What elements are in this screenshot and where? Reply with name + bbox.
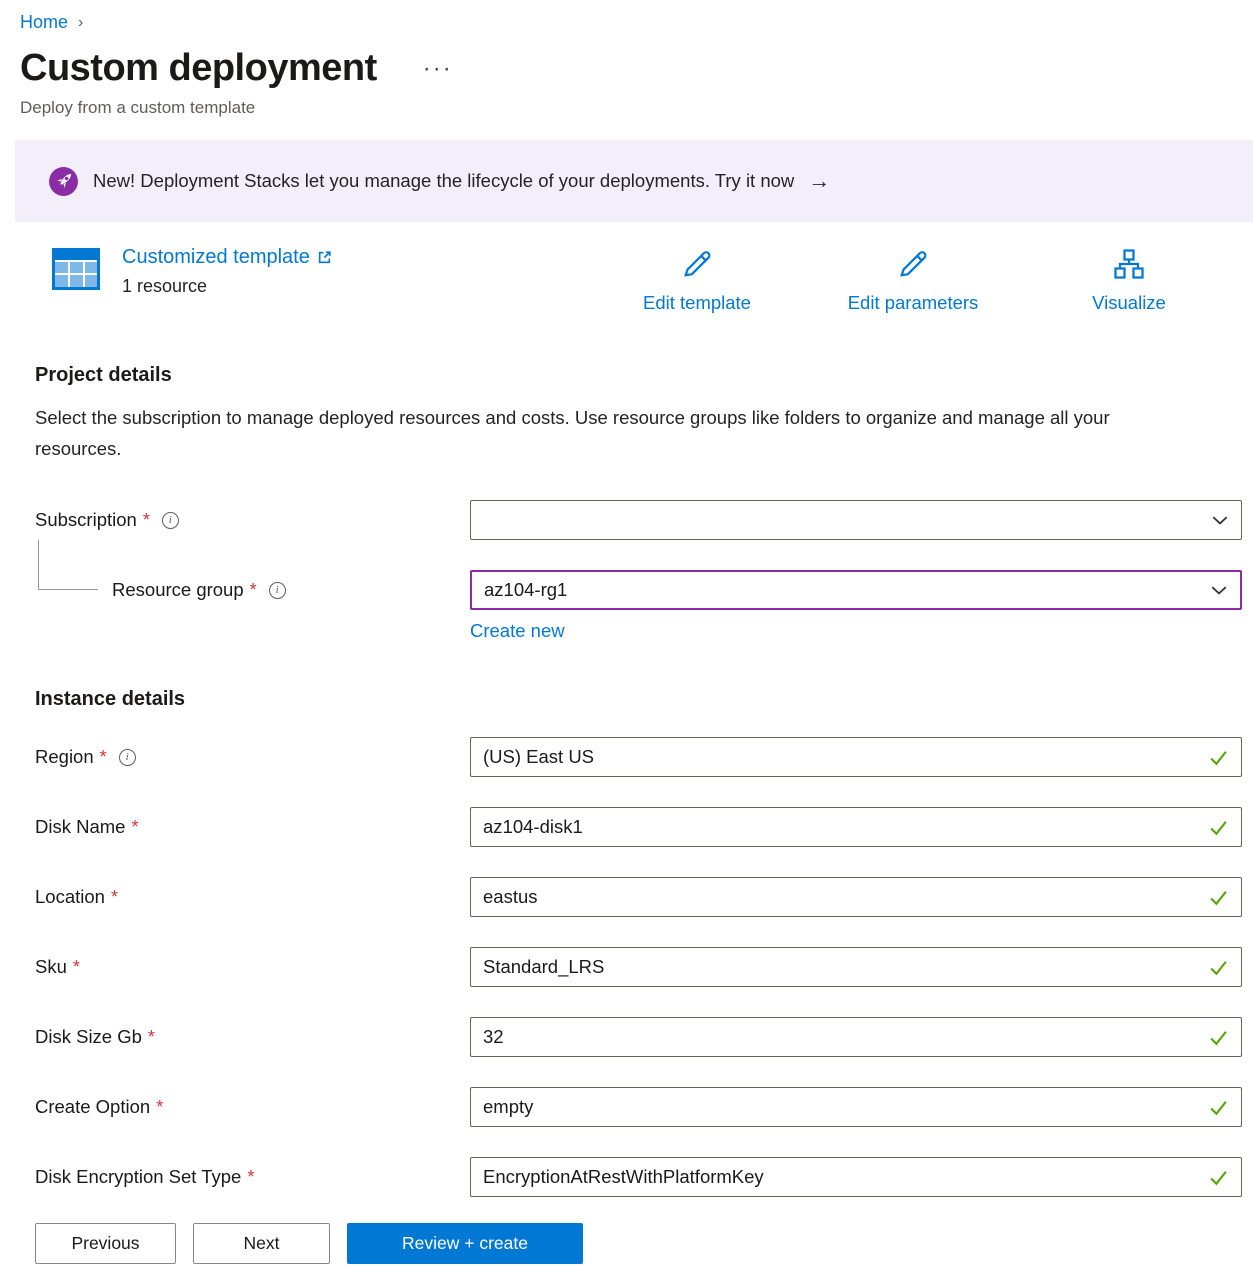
- required-marker: *: [73, 957, 80, 978]
- disk-name-row: Disk Name * az104-disk1: [35, 807, 1242, 847]
- review-create-button[interactable]: Review + create: [347, 1223, 583, 1264]
- page-header: Home › Custom deployment ··· Deploy from…: [0, 0, 1253, 118]
- resource-group-row: Resource group * i az104-rg1: [35, 570, 1242, 610]
- required-marker: *: [143, 510, 150, 531]
- visualize-button[interactable]: Visualize: [1021, 246, 1237, 314]
- location-input[interactable]: eastus: [470, 877, 1242, 917]
- template-summary: Customized template 1 resource Edit temp…: [0, 246, 1253, 314]
- disk-encryption-set-type-input[interactable]: EncryptionAtRestWithPlatformKey: [470, 1157, 1242, 1197]
- checkmark-icon: [1208, 1097, 1229, 1118]
- info-icon[interactable]: i: [269, 582, 286, 599]
- more-options-button[interactable]: ···: [423, 57, 453, 81]
- template-resource-count: 1 resource: [122, 276, 332, 297]
- create-new-row: Create new: [470, 620, 1242, 642]
- location-row: Location * eastus: [35, 877, 1242, 917]
- chevron-down-icon: [1210, 581, 1228, 599]
- page-subtitle: Deploy from a custom template: [20, 98, 1233, 118]
- rocket-icon: [48, 166, 79, 197]
- indent-connector-line: [38, 540, 98, 590]
- banner-message: New! Deployment Stacks let you manage th…: [93, 170, 794, 192]
- form-content: Project details Select the subscription …: [0, 364, 1253, 1280]
- breadcrumb-home-link[interactable]: Home: [20, 12, 68, 33]
- disk-name-input[interactable]: az104-disk1: [470, 807, 1242, 847]
- subscription-label: Subscription * i: [35, 509, 470, 531]
- breadcrumb-chevron-icon: ›: [78, 14, 83, 32]
- region-input[interactable]: (US) East US: [470, 737, 1242, 777]
- disk-size-input[interactable]: 32: [470, 1017, 1242, 1057]
- checkmark-icon: [1208, 1027, 1229, 1048]
- required-marker: *: [100, 747, 107, 768]
- org-chart-icon: [1111, 246, 1147, 287]
- required-marker: *: [250, 580, 257, 601]
- required-marker: *: [156, 1097, 163, 1118]
- template-icon: [52, 248, 100, 290]
- sku-input[interactable]: Standard_LRS: [470, 947, 1242, 987]
- info-icon[interactable]: i: [119, 749, 136, 766]
- wizard-footer: Previous Next Review + create: [0, 1210, 1253, 1280]
- sku-label: Sku *: [35, 956, 470, 978]
- instance-details-heading: Instance details: [35, 688, 1242, 711]
- project-details-heading: Project details: [35, 364, 1242, 387]
- deployment-stacks-banner[interactable]: New! Deployment Stacks let you manage th…: [15, 140, 1253, 222]
- info-icon[interactable]: i: [162, 512, 179, 529]
- create-option-row: Create Option * empty: [35, 1087, 1242, 1127]
- next-button[interactable]: Next: [193, 1223, 330, 1264]
- chevron-down-icon: [1211, 511, 1229, 529]
- edit-template-button[interactable]: Edit template: [589, 246, 805, 314]
- previous-button[interactable]: Previous: [35, 1223, 176, 1264]
- disk-encryption-set-type-row: Disk Encryption Set Type * EncryptionAtR…: [35, 1157, 1242, 1197]
- page-title: Custom deployment: [20, 47, 377, 90]
- checkmark-icon: [1208, 887, 1229, 908]
- resource-group-value: az104-rg1: [484, 579, 1210, 601]
- edit-parameters-button[interactable]: Edit parameters: [805, 246, 1021, 314]
- checkmark-icon: [1208, 957, 1229, 978]
- required-marker: *: [247, 1167, 254, 1188]
- sku-row: Sku * Standard_LRS: [35, 947, 1242, 987]
- create-option-label: Create Option *: [35, 1096, 470, 1118]
- checkmark-icon: [1208, 747, 1229, 768]
- required-marker: *: [131, 817, 138, 838]
- resource-group-dropdown[interactable]: az104-rg1: [470, 570, 1242, 610]
- checkmark-icon: [1208, 817, 1229, 838]
- create-option-input[interactable]: empty: [470, 1087, 1242, 1127]
- create-new-link[interactable]: Create new: [470, 620, 565, 641]
- required-marker: *: [111, 887, 118, 908]
- breadcrumb: Home ›: [20, 12, 1233, 33]
- resource-group-label: Resource group * i: [35, 579, 470, 601]
- visualize-label: Visualize: [1092, 292, 1166, 314]
- external-link-icon: [317, 250, 332, 265]
- subscription-row: Subscription * i: [35, 500, 1242, 540]
- pencil-icon: [895, 246, 931, 287]
- project-details-description: Select the subscription to manage deploy…: [35, 403, 1200, 464]
- subscription-dropdown[interactable]: [470, 500, 1242, 540]
- disk-size-label: Disk Size Gb *: [35, 1026, 470, 1048]
- edit-parameters-label: Edit parameters: [848, 292, 979, 314]
- required-marker: *: [148, 1027, 155, 1048]
- arrow-right-icon: →: [808, 170, 830, 192]
- pencil-icon: [679, 246, 715, 287]
- region-row: Region * i (US) East US: [35, 737, 1242, 777]
- location-label: Location *: [35, 886, 470, 908]
- disk-size-row: Disk Size Gb * 32: [35, 1017, 1242, 1057]
- disk-encryption-set-type-label: Disk Encryption Set Type *: [35, 1166, 470, 1188]
- region-label: Region * i: [35, 746, 470, 768]
- edit-template-label: Edit template: [643, 292, 751, 314]
- disk-name-label: Disk Name *: [35, 816, 470, 838]
- checkmark-icon: [1208, 1167, 1229, 1188]
- customized-template-link[interactable]: Customized template: [122, 246, 310, 269]
- template-toolbar: Edit template Edit parameters Visualiz: [589, 246, 1237, 314]
